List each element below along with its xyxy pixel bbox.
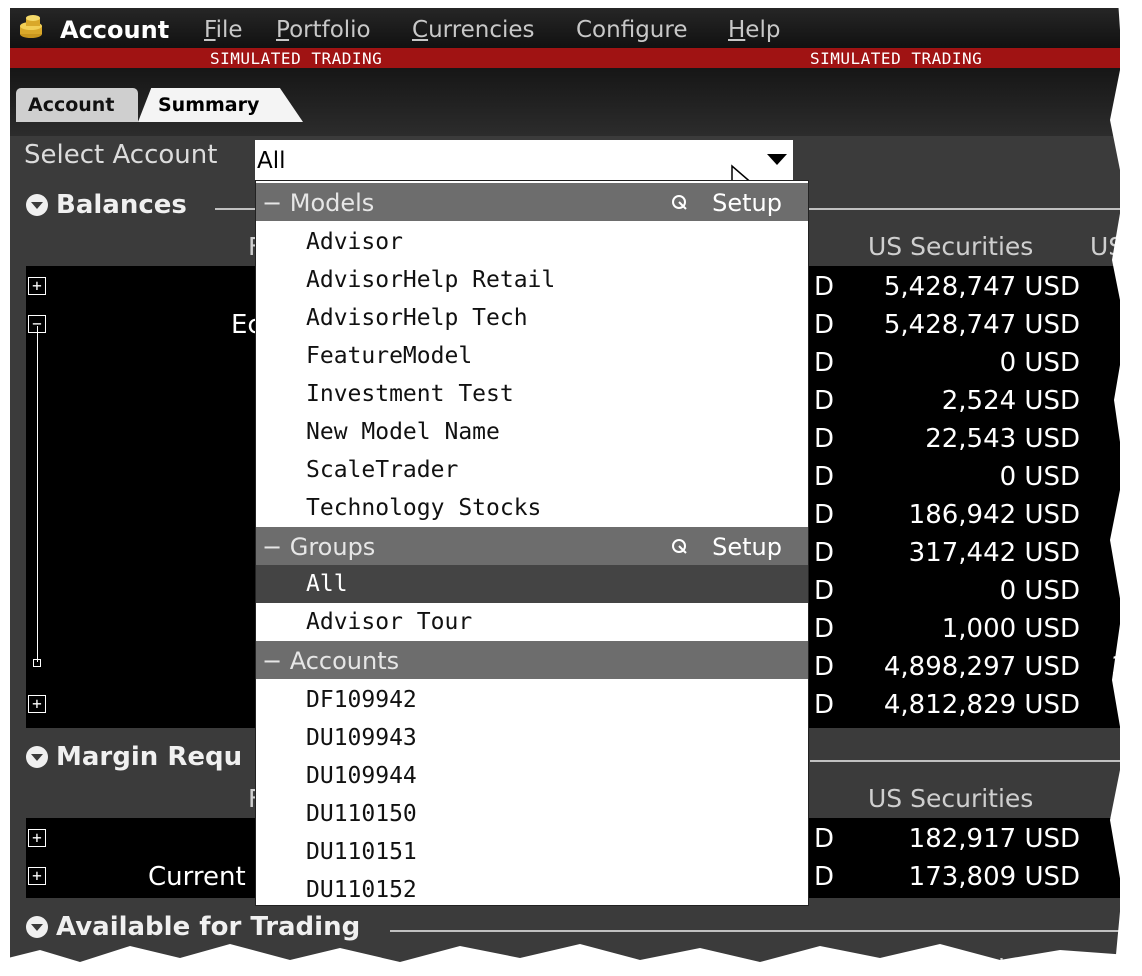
simulated-trading-label: SIMULATED TRADING bbox=[210, 49, 383, 68]
dropdown-item[interactable]: Investment Test bbox=[256, 375, 808, 413]
margin-section-header[interactable]: Margin Requ bbox=[26, 742, 242, 772]
dropdown-item[interactable]: AdvisorHelp Retail bbox=[256, 261, 808, 299]
window-title: Account bbox=[60, 16, 170, 44]
dropdown-item[interactable]: DF109942 bbox=[256, 681, 808, 719]
tab-bar: Account Summary bbox=[10, 68, 1120, 136]
accounts-group-header[interactable]: − Accounts bbox=[256, 641, 808, 679]
dropdown-item[interactable]: Advisor bbox=[256, 223, 808, 261]
dropdown-item[interactable]: FeatureModel bbox=[256, 337, 808, 375]
menu-bar: Account File Portfolio Currencies Config… bbox=[10, 8, 1120, 48]
groups-group-header[interactable]: − Groups Setup bbox=[256, 527, 808, 565]
dropdown-item[interactable]: Technology Stocks bbox=[256, 489, 808, 527]
tab-summary[interactable]: Summary bbox=[138, 88, 303, 122]
dropdown-item[interactable]: AdvisorHelp Tech bbox=[256, 299, 808, 337]
dropdown-item[interactable]: DU110150 bbox=[256, 795, 808, 833]
expand-icon[interactable]: + bbox=[28, 867, 46, 885]
wrench-icon[interactable] bbox=[670, 193, 688, 211]
groups-setup-button[interactable]: Setup bbox=[712, 533, 782, 561]
models-setup-button[interactable]: Setup bbox=[712, 189, 782, 217]
row-label-current: Current bbox=[148, 862, 246, 892]
collapse-icon bbox=[26, 194, 48, 216]
menu-configure[interactable]: Configure bbox=[576, 17, 687, 43]
divider bbox=[810, 760, 1120, 762]
models-group-header[interactable]: − Models Setup bbox=[256, 183, 808, 221]
column-header-us-securities[interactable]: US Securities bbox=[868, 784, 1033, 813]
dropdown-item[interactable]: Advisor Tour bbox=[256, 603, 808, 641]
expand-icon[interactable]: + bbox=[28, 695, 46, 713]
dropdown-item[interactable]: DU109943 bbox=[256, 719, 808, 757]
wrench-icon[interactable] bbox=[670, 537, 688, 555]
simulated-trading-label: SIMULATED TRADING bbox=[810, 49, 983, 68]
tab-account[interactable]: Account bbox=[16, 88, 138, 122]
menu-currencies[interactable]: Currencies bbox=[412, 17, 535, 43]
dropdown-item[interactable]: New Model Name bbox=[256, 413, 808, 451]
dropdown-item[interactable]: DU110152 bbox=[256, 871, 808, 909]
simulated-trading-bar: SIMULATED TRADING SIMULATED TRADING bbox=[10, 48, 1120, 68]
coins-icon bbox=[20, 15, 42, 38]
expand-icon[interactable]: + bbox=[28, 829, 46, 847]
menu-file[interactable]: File bbox=[204, 17, 243, 43]
dropdown-item[interactable]: DU110151 bbox=[256, 833, 808, 871]
dropdown-item[interactable]: ScaleTrader bbox=[256, 451, 808, 489]
expand-icon[interactable]: + bbox=[28, 277, 46, 295]
dropdown-item[interactable]: DU109944 bbox=[256, 757, 808, 795]
chevron-down-icon[interactable] bbox=[767, 154, 787, 165]
menu-portfolio[interactable]: Portfolio bbox=[276, 17, 371, 43]
torn-edge-right bbox=[1110, 0, 1142, 976]
column-header-us-securities[interactable]: US Securities bbox=[868, 232, 1033, 261]
torn-edge-bottom bbox=[0, 944, 1142, 976]
select-account-label: Select Account bbox=[24, 140, 218, 170]
select-account-value: All bbox=[257, 148, 286, 174]
account-dropdown-list: − Models Setup Advisor AdvisorHelp Retai… bbox=[255, 180, 809, 906]
balances-section-header[interactable]: Balances bbox=[26, 190, 187, 220]
menu-help[interactable]: Help bbox=[728, 17, 780, 43]
select-account-dropdown[interactable]: All bbox=[255, 140, 793, 180]
dropdown-item-selected[interactable]: All bbox=[256, 565, 808, 603]
collapse-icon bbox=[26, 746, 48, 768]
